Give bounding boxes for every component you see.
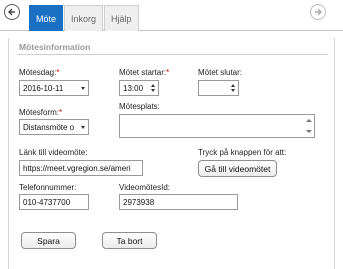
- phone-value: 010-4737700: [23, 197, 71, 207]
- scroll-arrows-icon[interactable]: [306, 119, 312, 133]
- video-link-value: https://meet.vgregion.se/ameri: [23, 163, 131, 173]
- goto-video-meeting-button[interactable]: Gå till videomötet: [198, 160, 277, 177]
- video-link-label: Länk till videomöte:: [19, 148, 88, 157]
- tab-bar: Möte Inkorg Hjälp: [29, 5, 140, 31]
- place-label: Mötesplats:: [119, 102, 160, 111]
- meeting-form-value: Distansmöte o: [23, 122, 75, 132]
- top-bar: Möte Inkorg Hjälp: [0, 0, 343, 31]
- date-select[interactable]: 2016-10-11: [19, 80, 89, 96]
- meeting-panel: Mötesinformation Mötesdag:* 2016-10-11 M…: [8, 38, 335, 269]
- tab-mote[interactable]: Möte: [29, 5, 64, 31]
- video-id-value: 2973938: [123, 197, 155, 207]
- forward-arrow-icon[interactable]: [310, 4, 326, 20]
- end-time-stepper[interactable]: [198, 80, 239, 96]
- tab-inkorg[interactable]: Inkorg: [64, 5, 104, 31]
- spinner-icon[interactable]: [151, 84, 155, 92]
- start-label: Mötet startar:*: [119, 68, 170, 77]
- video-id-label: VideomötesId:: [119, 183, 170, 192]
- end-label: Mötet slutar:: [198, 68, 243, 77]
- meeting-form-select[interactable]: Distansmöte o: [19, 119, 89, 135]
- video-link-input[interactable]: https://meet.vgregion.se/ameri: [19, 160, 143, 176]
- video-id-input[interactable]: 2973938: [119, 194, 238, 210]
- meeting-place-textarea[interactable]: [119, 114, 315, 138]
- chevron-down-icon: [81, 86, 85, 90]
- date-label: Mötesdag:*: [19, 68, 60, 77]
- delete-button[interactable]: Ta bort: [102, 232, 157, 249]
- save-button[interactable]: Spara: [21, 232, 76, 249]
- spinner-icon[interactable]: [231, 84, 235, 92]
- press-button-label: Tryck på knappen för att:: [198, 148, 287, 157]
- start-time-value: 13:00: [123, 83, 144, 93]
- back-arrow-icon[interactable]: [4, 4, 20, 20]
- required-mark: *: [59, 108, 63, 117]
- chevron-down-icon: [81, 125, 85, 129]
- required-mark: *: [56, 68, 60, 77]
- required-mark: *: [166, 68, 170, 77]
- section-divider: [17, 54, 328, 55]
- start-time-stepper[interactable]: 13:00: [119, 80, 159, 96]
- phone-label: Telefonnummer:: [19, 183, 77, 192]
- tab-hjalp[interactable]: Hjälp: [104, 5, 139, 31]
- form-label: Mötesform:*: [19, 108, 63, 117]
- section-title: Mötesinformation: [19, 42, 91, 52]
- date-value: 2016-10-11: [23, 83, 64, 93]
- phone-input[interactable]: 010-4737700: [19, 194, 89, 210]
